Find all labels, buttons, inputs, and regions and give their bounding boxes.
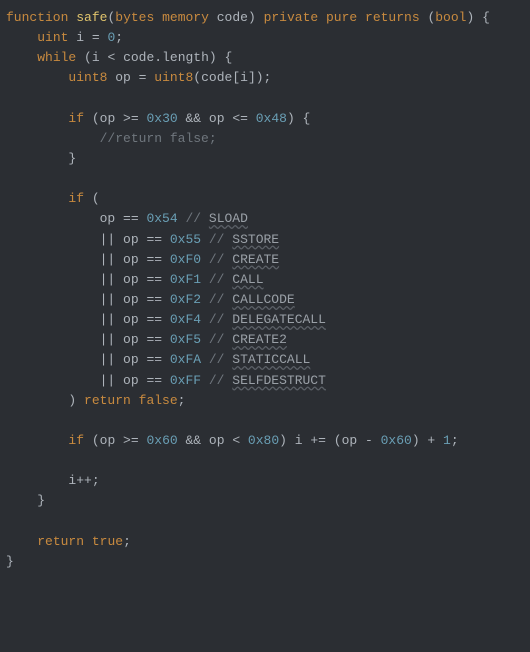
comment-return-false: //return false;	[100, 131, 217, 146]
cond-create: || op == 0xF0 // CREATE	[100, 252, 279, 267]
brace-close-while: }	[37, 493, 45, 508]
line-sig: function safe(bytes memory code) private…	[6, 10, 490, 25]
cond-create2: || op == 0xF5 // CREATE2	[100, 332, 287, 347]
line-decl-op: uint8 op = uint8(code[i]);	[68, 70, 271, 85]
line-return-true: return true;	[37, 534, 131, 549]
cond-delegatecall: || op == 0xF4 // DELEGATECALL	[100, 312, 326, 327]
cond-call: || op == 0xF1 // CALL	[100, 272, 264, 287]
kw-function: function	[6, 10, 68, 25]
line-while: while (i < code.length) {	[37, 50, 232, 65]
line-inc: i++;	[68, 473, 99, 488]
cond-selfdestruct: || op == 0xFF // SELFDESTRUCT	[100, 373, 326, 388]
line-if2-open: if (	[68, 191, 99, 206]
code-block: function safe(bytes memory code) private…	[0, 0, 530, 580]
line-if3: if (op >= 0x60 && op < 0x80) i += (op - …	[68, 433, 458, 448]
cond-sload: op == 0x54 // SLOAD	[100, 211, 248, 226]
brace-close-fn: }	[6, 554, 14, 569]
cond-sstore: || op == 0x55 // SSTORE	[100, 232, 279, 247]
line-decl-i: uint i = 0;	[37, 30, 123, 45]
cond-callcode: || op == 0xF2 // CALLCODE	[100, 292, 295, 307]
fn-name: safe	[76, 10, 107, 25]
line-if2-close: ) return false;	[68, 393, 185, 408]
line-if1: if (op >= 0x30 && op <= 0x48) {	[68, 111, 310, 126]
brace-close-if1: }	[68, 151, 76, 166]
cond-staticcall: || op == 0xFA // STATICCALL	[100, 352, 311, 367]
